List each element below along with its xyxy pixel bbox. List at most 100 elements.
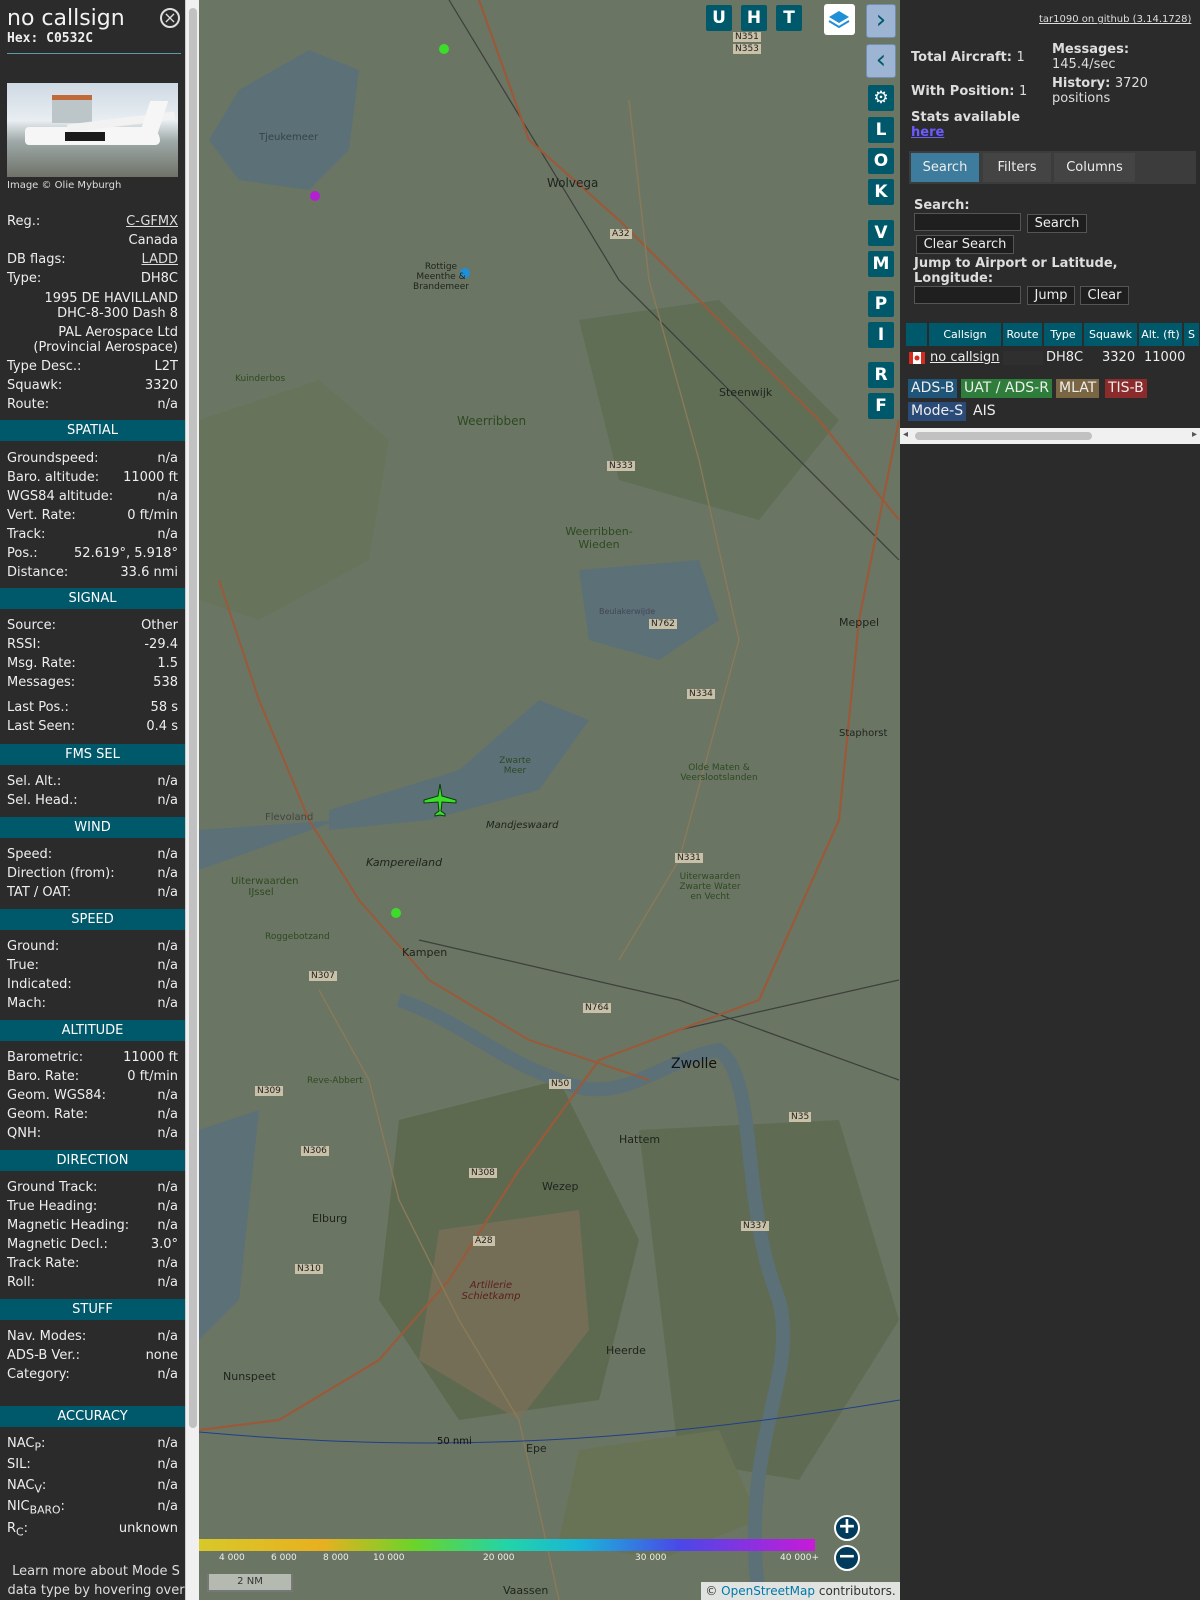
table-header-altitude[interactable]: Alt. (ft) xyxy=(1139,323,1183,346)
clear-button[interactable]: Clear xyxy=(1080,286,1129,305)
reg-link[interactable]: C-GFMX xyxy=(126,214,178,229)
sil-row: SIL: n/a xyxy=(7,1457,178,1472)
place-label: Kampen xyxy=(402,946,448,959)
map-view[interactable]: Wolvega Tjeukemeer Rottige Meenthe & Bra… xyxy=(199,0,900,1600)
road-shield: N351 xyxy=(733,32,761,42)
altitude-scale-label: 6 000 xyxy=(271,1553,297,1563)
altitude-scale-label: 40 000+ xyxy=(780,1553,820,1563)
adsb-ver-row: ADS-B Ver.: none xyxy=(7,1348,178,1363)
search-button[interactable]: Search xyxy=(1027,214,1087,233)
toggle-o-button[interactable]: O xyxy=(868,148,894,174)
true-speed-row: True: n/a xyxy=(7,958,178,973)
callsign-title: no callsign xyxy=(7,6,125,31)
distance-scale-bar: 2 NM xyxy=(207,1574,293,1592)
toggle-h-button[interactable]: H xyxy=(741,5,767,31)
road-shield: N50 xyxy=(549,1079,572,1089)
chevron-left-icon[interactable]: ‹ xyxy=(866,44,896,78)
road-shield: N331 xyxy=(675,853,703,863)
toggle-p-button[interactable]: P xyxy=(868,291,894,317)
altitude-scale-label: 8 000 xyxy=(323,1553,349,1563)
place-label: Heerde xyxy=(606,1344,646,1357)
toggle-i-button[interactable]: I xyxy=(868,322,894,348)
row-callsign[interactable]: no callsign xyxy=(930,349,1000,367)
scroll-right-icon[interactable]: ▸ xyxy=(1192,429,1197,440)
layers-icon[interactable] xyxy=(824,4,855,35)
road-shield: N35 xyxy=(789,1112,812,1122)
toggle-l-button[interactable]: L xyxy=(868,117,894,143)
github-link[interactable]: tar1090 on github (3.14.1728) xyxy=(1039,14,1191,25)
toggle-r-button[interactable]: R xyxy=(868,362,894,388)
search-input[interactable] xyxy=(914,213,1021,231)
aircraft-details-sidebar: no callsign Hex: C0532C × Image © Olie M… xyxy=(0,0,185,1600)
place-label: Uiterwaarden Zwarte Water en Vecht xyxy=(679,872,741,902)
road-shield: N762 xyxy=(649,619,677,629)
scrollbar-thumb[interactable] xyxy=(189,8,197,1428)
close-icon[interactable]: × xyxy=(160,8,180,28)
table-header-squawk[interactable]: Squawk xyxy=(1084,323,1138,346)
map-canvas xyxy=(199,0,900,1600)
clear-search-button[interactable]: Clear Search xyxy=(916,235,1014,254)
route-row: Route: n/a xyxy=(7,397,178,412)
jump-button[interactable]: Jump xyxy=(1027,286,1075,305)
toggle-m-button[interactable]: M xyxy=(868,251,894,277)
table-header-callsign[interactable]: Callsign xyxy=(929,323,1002,346)
footer-help-text: Learn more about Mode S data type by hov… xyxy=(7,1564,185,1598)
rc-row: RC: unknown xyxy=(7,1521,178,1539)
table-horizontal-scrollbar[interactable]: ◂ ▸ xyxy=(900,428,1200,444)
mag-decl-row: Magnetic Decl.: 3.0° xyxy=(7,1237,178,1252)
sidebar-scrollbar[interactable] xyxy=(185,0,199,1600)
lake-tjeukemeer xyxy=(209,50,359,190)
barometric-row: Barometric: 11000 ft xyxy=(7,1050,178,1065)
road-shield: N333 xyxy=(607,461,635,471)
section-speed: SPEED xyxy=(0,909,185,930)
vert-rate-row: Vert. Rate: 0 ft/min xyxy=(7,508,178,523)
place-label: Uiterwaarden IJssel xyxy=(231,876,299,898)
scroll-left-icon[interactable]: ◂ xyxy=(903,429,908,440)
table-header-speed[interactable]: S xyxy=(1184,323,1200,346)
table-header-route[interactable]: Route xyxy=(1003,323,1043,346)
gear-icon[interactable]: ⚙ xyxy=(868,85,894,111)
scrollbar-thumb[interactable] xyxy=(915,432,1092,440)
toggle-t-button[interactable]: T xyxy=(776,5,802,31)
place-label: Staphorst xyxy=(839,728,888,739)
jump-label: Jump to Airport or Latitude, Longitude: xyxy=(914,256,1118,286)
tab-search[interactable]: Search xyxy=(911,153,979,182)
search-label: Search: xyxy=(914,198,970,213)
ground-speed-row: Ground: n/a xyxy=(7,939,178,954)
history-count: History: 3720 positions xyxy=(1052,76,1148,106)
ground-track-row: Ground Track: n/a xyxy=(7,1180,178,1195)
aircraft-marker-purple xyxy=(310,191,320,201)
toggle-f-button[interactable]: F xyxy=(868,393,894,419)
row-route xyxy=(1003,351,1043,365)
zoom-in-button[interactable]: + xyxy=(834,1515,860,1541)
toggle-u-button[interactable]: U xyxy=(706,5,732,31)
place-label: Zwarte Meer xyxy=(499,756,531,776)
chevron-right-icon[interactable]: › xyxy=(866,4,896,38)
tab-columns[interactable]: Columns xyxy=(1054,153,1135,182)
row-squawk: 3320 xyxy=(1102,350,1136,365)
source-row: Source: Other xyxy=(7,618,178,633)
aircraft-photo[interactable] xyxy=(7,83,178,177)
nacp-row: NACP: n/a xyxy=(7,1436,178,1454)
roll-row: Roll: n/a xyxy=(7,1275,178,1290)
table-header-type[interactable]: Type xyxy=(1044,323,1083,346)
zoom-out-button[interactable]: − xyxy=(834,1545,860,1571)
qnh-row: QNH: n/a xyxy=(7,1126,178,1141)
db-flags-link[interactable]: LADD xyxy=(142,252,178,267)
jump-input[interactable] xyxy=(914,286,1021,304)
stats-link[interactable]: here xyxy=(911,125,944,140)
toggle-k-button[interactable]: K xyxy=(868,179,894,205)
veluwemeer xyxy=(199,1110,259,1340)
legend-uat: UAT / ADS-R xyxy=(961,379,1052,398)
toggle-v-button[interactable]: V xyxy=(868,220,894,246)
legend-ais: AIS xyxy=(973,403,996,419)
place-label: Mandjeswaard xyxy=(486,820,559,831)
last-seen-row: Last Seen: 0.4 s xyxy=(7,719,178,734)
place-label: Reve-Abbert xyxy=(307,1076,363,1086)
hex-value: C0532C xyxy=(46,31,94,46)
osm-link[interactable]: OpenStreetMap xyxy=(721,1584,815,1598)
flevoland-water xyxy=(199,820,339,870)
baro-rate-row: Baro. Rate: 0 ft/min xyxy=(7,1069,178,1084)
tab-filters[interactable]: Filters xyxy=(983,153,1051,182)
place-label: Tjeukemeer xyxy=(259,132,319,143)
